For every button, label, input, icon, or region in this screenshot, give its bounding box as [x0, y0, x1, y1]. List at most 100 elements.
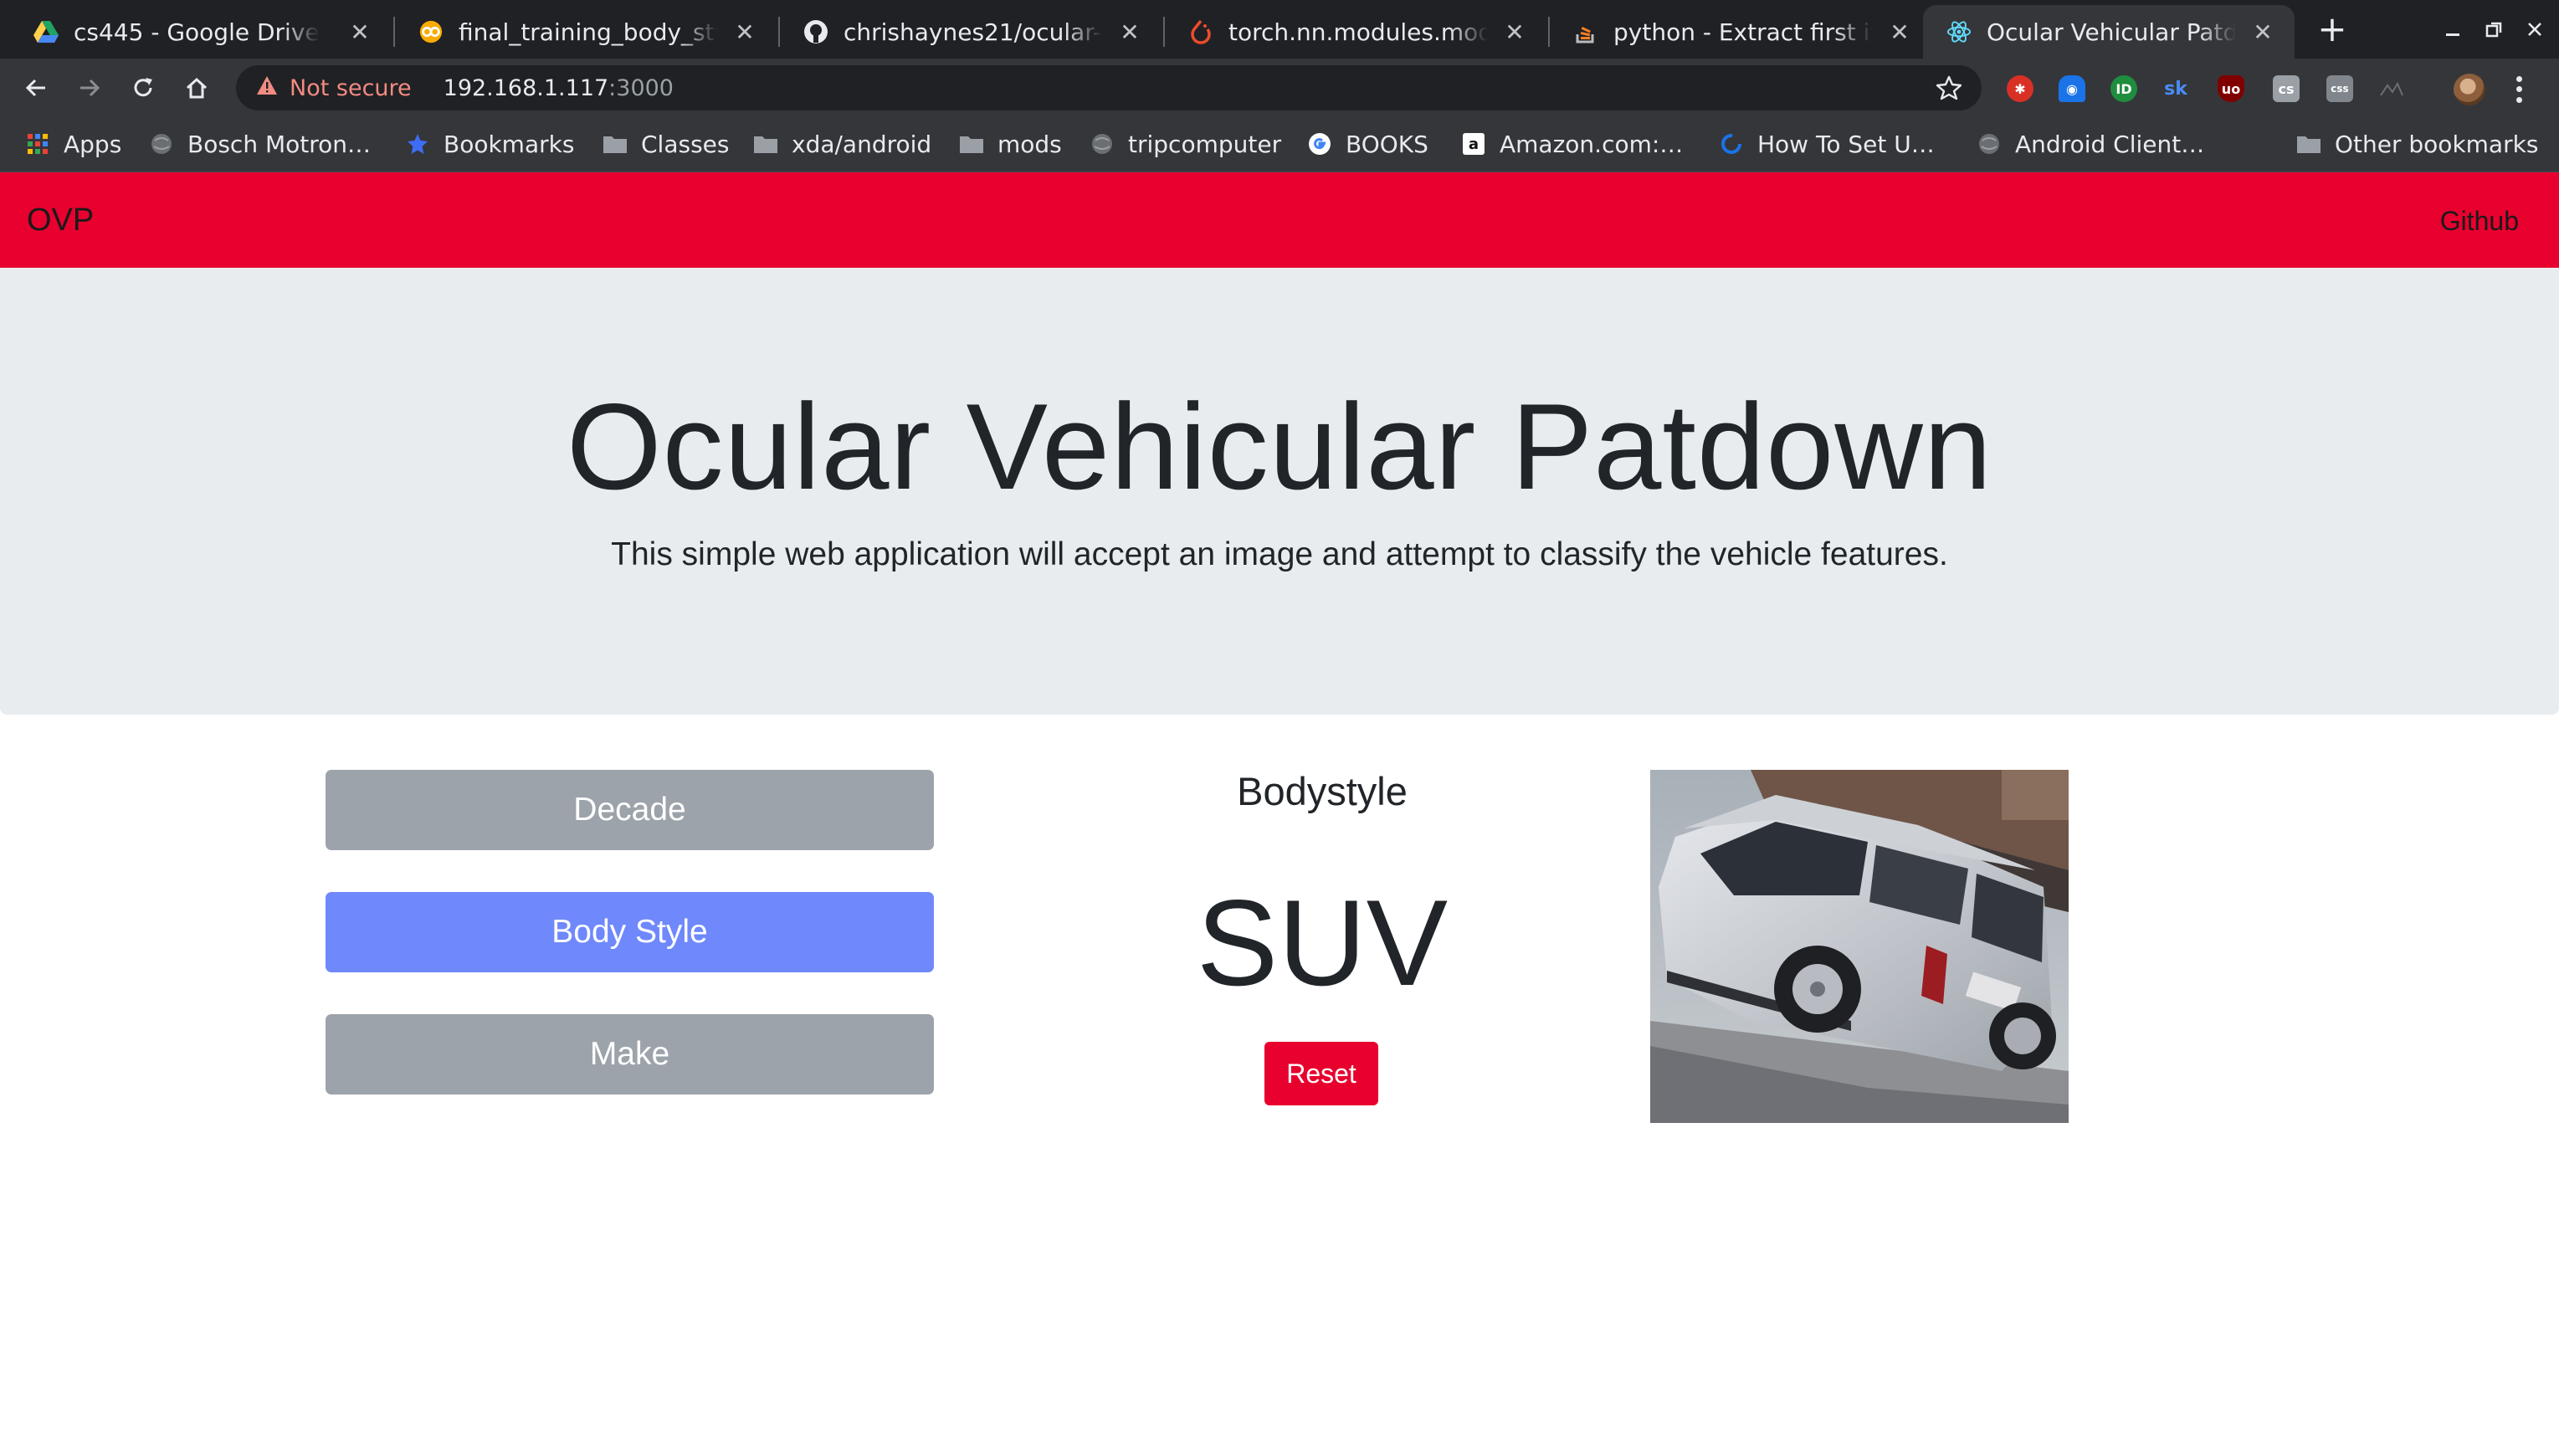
bookmark-bosch[interactable]: Bosch Motron…	[149, 115, 371, 172]
security-status-label[interactable]: Not secure	[290, 75, 412, 101]
bookmark-apps[interactable]: Apps	[25, 115, 121, 172]
bookmark-label: Apps	[64, 130, 122, 158]
globe-icon	[1977, 131, 2002, 156]
ext-green-icon[interactable]: ID	[2110, 75, 2137, 102]
result-value: SUV	[1196, 874, 1449, 1011]
folder-icon	[959, 131, 984, 156]
bookmark-android-client[interactable]: Android Client…	[1977, 115, 2204, 172]
close-icon[interactable]: ✕	[1883, 15, 1916, 49]
react-icon	[1946, 19, 1972, 44]
bookmark-other-bookmarks[interactable]: Other bookmarks	[2296, 115, 2538, 172]
ext-sk-icon[interactable]: sk	[2162, 75, 2189, 102]
new-tab-icon[interactable]: +	[2313, 10, 2351, 49]
tab-pytorch[interactable]: torch.nn.modules.module ✕	[1165, 5, 1546, 59]
bookmark-label: Android Client…	[2015, 130, 2205, 158]
stackoverflow-icon	[1573, 19, 1598, 44]
forward-arrow-icon[interactable]	[69, 67, 110, 109]
google-drive-icon	[33, 19, 59, 44]
reload-icon[interactable]	[122, 67, 164, 109]
bookmark-label: xda/android	[792, 130, 932, 158]
globe-icon	[149, 131, 174, 156]
result-category-label: Bodystyle	[1237, 769, 1408, 813]
bookmark-classes[interactable]: Classes	[603, 115, 729, 172]
amazon-icon: a	[1461, 131, 1486, 156]
close-window-icon[interactable]	[2514, 10, 2556, 49]
profile-avatar[interactable]	[2454, 74, 2485, 105]
back-arrow-icon[interactable]	[15, 67, 57, 109]
pytorch-icon	[1188, 19, 1213, 44]
navbar-brand[interactable]: OVP	[27, 203, 94, 238]
bookmark-how-to-set-up[interactable]: How To Set U…	[1719, 115, 1935, 172]
restore-icon[interactable]	[2474, 10, 2515, 49]
page-lead: This simple web application will accept …	[611, 536, 1948, 572]
close-icon[interactable]: ✕	[1113, 15, 1146, 49]
tab-github[interactable]: chrishaynes21/ocular-vehicular ✕	[780, 5, 1162, 59]
tab-google-drive[interactable]: cs445 - Google Drive ✕	[10, 5, 392, 59]
bookmark-amazon[interactable]: a Amazon.com:…	[1461, 115, 1683, 172]
close-icon[interactable]: ✕	[728, 15, 762, 49]
colab-icon	[418, 19, 444, 44]
page-title: Ocular Vehicular Patdown	[567, 378, 1992, 515]
bookmark-star-icon[interactable]	[1933, 72, 1965, 104]
bookmark-label: Bookmarks	[444, 130, 575, 158]
ext-cs-icon[interactable]: cs	[2273, 75, 2300, 102]
bookmark-tripcomputer[interactable]: tripcomputer	[1090, 115, 1281, 172]
bookmark-bookmarks[interactable]: Bookmarks	[405, 115, 574, 172]
bookmark-label: BOOKS	[1346, 130, 1428, 158]
bookmark-label: Amazon.com:…	[1500, 130, 1684, 158]
tab-stackoverflow[interactable]: python - Extract first item ✕	[1550, 5, 1931, 59]
bookmark-label: Other bookmarks	[2335, 130, 2539, 158]
ext-chart-icon[interactable]	[2378, 75, 2405, 102]
folder-icon	[603, 131, 628, 156]
home-icon[interactable]	[176, 67, 218, 109]
github-icon	[803, 19, 828, 44]
hero-jumbotron: Ocular Vehicular Patdown This simple web…	[0, 268, 2559, 715]
bookmark-label: mods	[997, 130, 1062, 158]
ext-ghost-icon[interactable]: ◉	[2059, 75, 2085, 102]
folder-icon	[753, 131, 778, 156]
tab-ovp-active[interactable]: Ocular Vehicular Patdown ✕	[1923, 5, 2295, 59]
bookmark-label: How To Set U…	[1757, 130, 1935, 158]
bookmark-xda-android[interactable]: xda/android	[753, 115, 931, 172]
bookmark-label: Bosch Motron…	[187, 130, 372, 158]
tab-title: Ocular Vehicular Patdown	[1987, 18, 2236, 46]
url-port: :3000	[608, 74, 674, 101]
body-style-button[interactable]: Body Style	[326, 892, 934, 972]
tab-title: python - Extract first item	[1613, 18, 1873, 46]
tab-title: torch.nn.modules.module	[1228, 18, 1488, 46]
github-link[interactable]: Github	[2440, 206, 2519, 237]
globe-icon	[1090, 131, 1115, 156]
reset-button[interactable]: Reset	[1264, 1042, 1378, 1105]
vehicle-image	[1650, 770, 2069, 1123]
tab-title: final_training_body_style	[459, 18, 718, 46]
browser-tab-strip: cs445 - Google Drive ✕ final_training_bo…	[0, 0, 2559, 59]
bookmark-label: tripcomputer	[1128, 130, 1282, 158]
apps-grid-icon	[25, 131, 50, 156]
close-icon[interactable]: ✕	[343, 15, 377, 49]
tab-colab[interactable]: final_training_body_style ✕	[395, 5, 777, 59]
browser-toolbar: Not secure 192.168.1.117:3000 ✱ ◉ ID sk …	[0, 59, 2559, 115]
close-icon[interactable]: ✕	[1498, 15, 1531, 49]
bookmark-label: Classes	[641, 130, 730, 158]
menu-kebab-icon[interactable]	[2509, 74, 2529, 105]
bookmark-mods[interactable]: mods	[959, 115, 1062, 172]
site-navbar: OVP Github	[0, 172, 2559, 268]
address-bar[interactable]: Not secure 192.168.1.117:3000	[236, 65, 1982, 110]
google-icon	[1307, 131, 1332, 156]
ext-css-icon[interactable]: css	[2326, 75, 2353, 102]
ublock-icon[interactable]: uo	[2218, 75, 2244, 102]
bookmarks-bar: Apps Bosch Motron… Bookmarks Classes xda…	[0, 115, 2559, 172]
warning-triangle-icon	[256, 75, 278, 101]
folder-icon	[2296, 131, 2321, 156]
make-button[interactable]: Make	[326, 1014, 934, 1095]
tab-title: cs445 - Google Drive	[74, 18, 320, 46]
spinner-icon	[1719, 131, 1744, 156]
svg-text:a: a	[1469, 136, 1479, 153]
close-icon[interactable]: ✕	[2246, 15, 2280, 49]
url-host: 192.168.1.117	[443, 74, 609, 101]
star-icon	[405, 131, 430, 156]
decade-button[interactable]: Decade	[326, 770, 934, 850]
ext-red-icon[interactable]: ✱	[2007, 75, 2033, 102]
minimize-icon[interactable]	[2432, 10, 2474, 49]
bookmark-books[interactable]: BOOKS	[1307, 115, 1428, 172]
